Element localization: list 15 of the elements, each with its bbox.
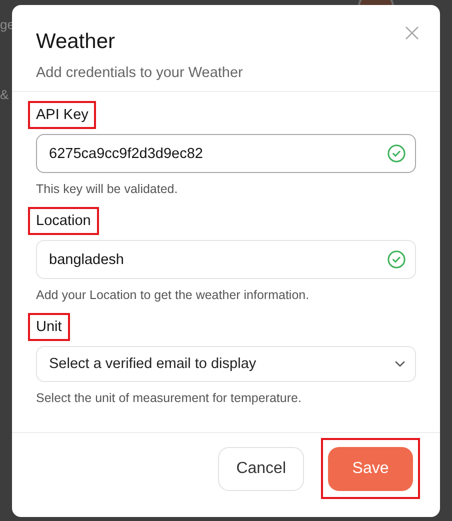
helper-text: Add your Location to get the weather information.	[36, 288, 310, 303]
helper-text: Select the unit of measurement for temperature.	[36, 391, 302, 406]
chevron-down-icon	[395, 361, 405, 367]
select-dropdown[interactable]: Select a verified email to display	[36, 346, 416, 382]
close-icon[interactable]	[404, 25, 420, 41]
field-label: API Key	[28, 101, 96, 129]
dialog-title: Weather	[36, 30, 116, 54]
field-label: Location	[28, 207, 99, 235]
text-field[interactable]: bangladesh	[36, 240, 416, 279]
cancel-button[interactable]: Cancel	[218, 447, 304, 491]
dialog-subtitle: Add credentials to your Weather	[36, 64, 244, 82]
field-label: Unit	[28, 313, 70, 341]
helper-text: This key will be validated.	[36, 182, 179, 197]
text-field[interactable]: 6275ca9cc9f2d3d9ec82	[36, 134, 416, 173]
background-text: &	[0, 87, 9, 103]
